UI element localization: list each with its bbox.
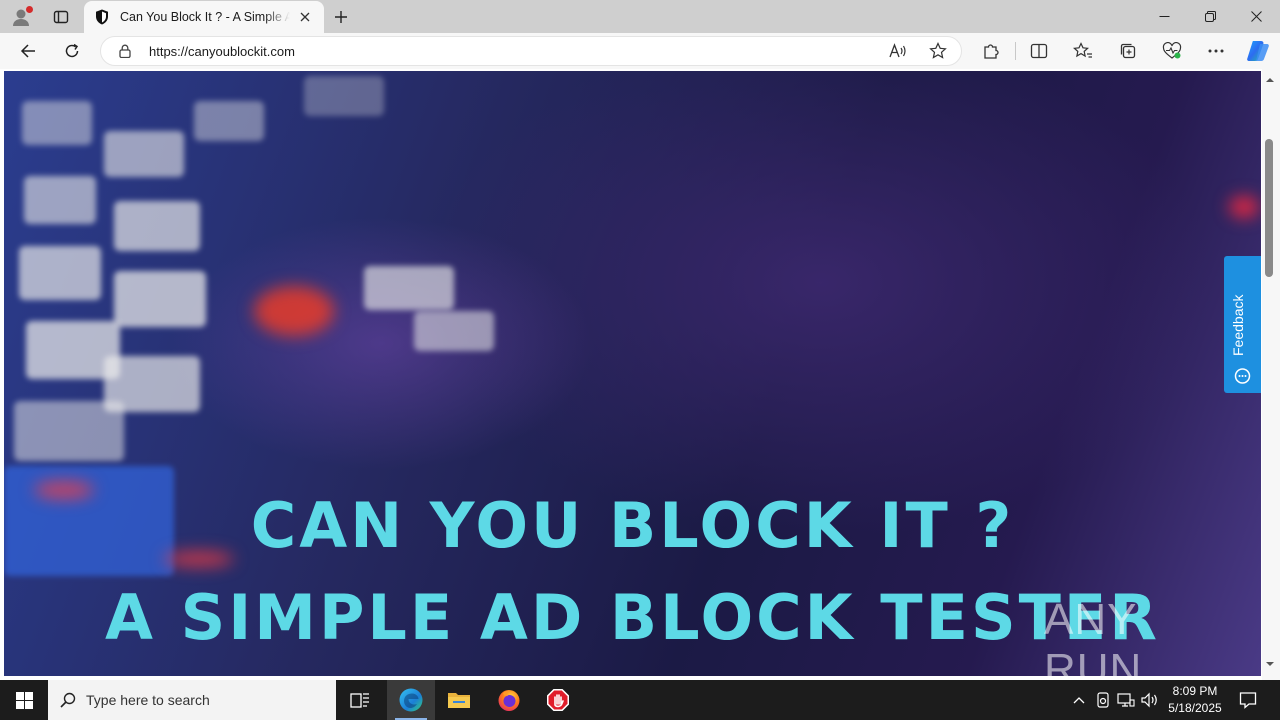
- copilot-icon: [1247, 41, 1269, 61]
- split-screen-icon: [1030, 43, 1048, 59]
- title-bar: Can You Block It ? - A Simple Ad Block T…: [0, 0, 1280, 33]
- taskbar-edge[interactable]: [387, 680, 435, 720]
- restore-icon: [1204, 10, 1216, 22]
- collections-button[interactable]: [1113, 37, 1143, 65]
- tab-actions-icon: [53, 10, 69, 24]
- keyboard-key: [114, 201, 200, 251]
- start-button[interactable]: [0, 680, 48, 720]
- task-view-button[interactable]: [336, 680, 384, 720]
- read-aloud-button[interactable]: [886, 40, 910, 62]
- tray-overflow-button[interactable]: [1069, 690, 1089, 710]
- keyboard-key: [24, 176, 96, 224]
- favorites-button[interactable]: [1068, 37, 1098, 65]
- settings-more-button[interactable]: [1201, 37, 1231, 65]
- lock-icon[interactable]: [117, 43, 133, 59]
- stop-hand-icon: [547, 689, 569, 711]
- search-icon: [60, 692, 76, 708]
- clock-time: 8:09 PM: [1172, 684, 1218, 698]
- folder-icon: [448, 693, 470, 708]
- search-placeholder: Type here to search: [86, 692, 210, 708]
- new-tab-button[interactable]: [328, 4, 354, 30]
- more-icon: [1208, 49, 1224, 53]
- keyboard-key: [414, 311, 494, 351]
- keyboard-key: [19, 246, 101, 300]
- keyboard-key: [304, 76, 384, 116]
- feedback-button[interactable]: Feedback: [1224, 256, 1261, 393]
- favorites-list-icon: [1073, 42, 1092, 58]
- keyboard-key: [114, 271, 206, 327]
- anyrun-watermark: ANY RUN: [1044, 595, 1244, 676]
- restore-button[interactable]: [1187, 0, 1233, 32]
- network-icon: [1117, 693, 1135, 707]
- browser-tab-active[interactable]: Can You Block It ? - A Simple Ad Block T…: [84, 1, 324, 33]
- task-view-icon: [350, 693, 369, 708]
- scrollbar-thumb[interactable]: [1265, 139, 1273, 277]
- page-viewport: CAN YOU BLOCK IT ? A SIMPLE AD BLOCK TES…: [0, 69, 1280, 680]
- keyboard-key: [194, 101, 264, 141]
- minimize-button[interactable]: [1141, 0, 1187, 32]
- notification-icon: [1239, 692, 1257, 709]
- close-icon: [1250, 10, 1262, 22]
- taskbar-firefox[interactable]: [485, 680, 533, 720]
- collections-icon: [1120, 43, 1136, 59]
- hero-banner: CAN YOU BLOCK IT ? A SIMPLE AD BLOCK TES…: [4, 71, 1261, 676]
- browser-toolbar: https://canyoublockit.com: [0, 33, 1280, 69]
- read-aloud-icon: [889, 43, 906, 58]
- tray-volume-button[interactable]: [1140, 690, 1160, 710]
- page-scrollbar[interactable]: [1262, 69, 1280, 680]
- headline-line-1: CAN YOU BLOCK IT ?: [250, 489, 1015, 562]
- shield-icon: [94, 9, 110, 25]
- scroll-up-icon[interactable]: [1265, 75, 1275, 85]
- tab-title: Can You Block It ? - A Simple Ad Block T…: [120, 10, 290, 24]
- heartbeat-icon: [1162, 42, 1182, 59]
- tray-device-button[interactable]: [1093, 690, 1113, 710]
- close-tab-button[interactable]: [296, 8, 314, 26]
- firefox-icon: [498, 690, 520, 711]
- puzzle-icon: [984, 44, 999, 59]
- taskbar-search[interactable]: Type here to search: [48, 680, 336, 720]
- keyboard-key: [14, 401, 124, 461]
- clock-date: 5/18/2025: [1168, 701, 1222, 715]
- taskbar-adblock-app[interactable]: [534, 680, 582, 720]
- copilot-button[interactable]: [1243, 37, 1273, 65]
- address-bar[interactable]: https://canyoublockit.com: [100, 36, 962, 66]
- profile-alert-dot: [26, 6, 33, 13]
- tray-network-button[interactable]: [1116, 690, 1136, 710]
- keyboard-key: [22, 101, 92, 145]
- favorite-button[interactable]: [926, 40, 950, 62]
- windows-taskbar: Type here to search 8:09 PM 5/18/2025: [0, 680, 1280, 720]
- watermark-text: ANY RUN: [1044, 595, 1143, 676]
- taskbar-file-explorer[interactable]: [435, 680, 483, 720]
- url-text[interactable]: https://canyoublockit.com: [149, 44, 295, 59]
- notifications-button[interactable]: [1232, 680, 1264, 720]
- plus-icon: [335, 11, 347, 23]
- browser-essentials-button[interactable]: [1157, 37, 1187, 65]
- refresh-button[interactable]: [57, 37, 87, 65]
- close-window-button[interactable]: [1233, 0, 1279, 32]
- refresh-icon: [65, 43, 79, 58]
- edge-icon: [399, 688, 423, 712]
- keyboard-key: [104, 131, 184, 177]
- back-button[interactable]: [13, 37, 43, 65]
- chevron-up-icon: [1073, 697, 1085, 704]
- speaker-icon: [1141, 692, 1157, 708]
- scroll-down-icon[interactable]: [1265, 659, 1275, 669]
- split-screen-button[interactable]: [1024, 37, 1054, 65]
- tab-actions-button[interactable]: [48, 4, 74, 30]
- arrow-left-icon: [20, 44, 35, 58]
- chat-bubble-icon: [1234, 368, 1251, 384]
- red-glow: [254, 286, 334, 336]
- taskbar-clock[interactable]: 8:09 PM 5/18/2025: [1160, 683, 1230, 717]
- profile-button[interactable]: [8, 4, 34, 30]
- windows-logo-icon: [15, 691, 33, 709]
- extensions-button[interactable]: [976, 37, 1006, 65]
- toolbar-separator: [1015, 42, 1016, 60]
- keyboard-key: [364, 266, 454, 310]
- feedback-label: Feedback: [1230, 294, 1246, 356]
- red-glow: [1229, 196, 1259, 218]
- device-icon: [1097, 692, 1109, 708]
- minimize-icon: [1159, 15, 1169, 17]
- close-icon: [300, 12, 310, 22]
- star-icon: [929, 42, 947, 59]
